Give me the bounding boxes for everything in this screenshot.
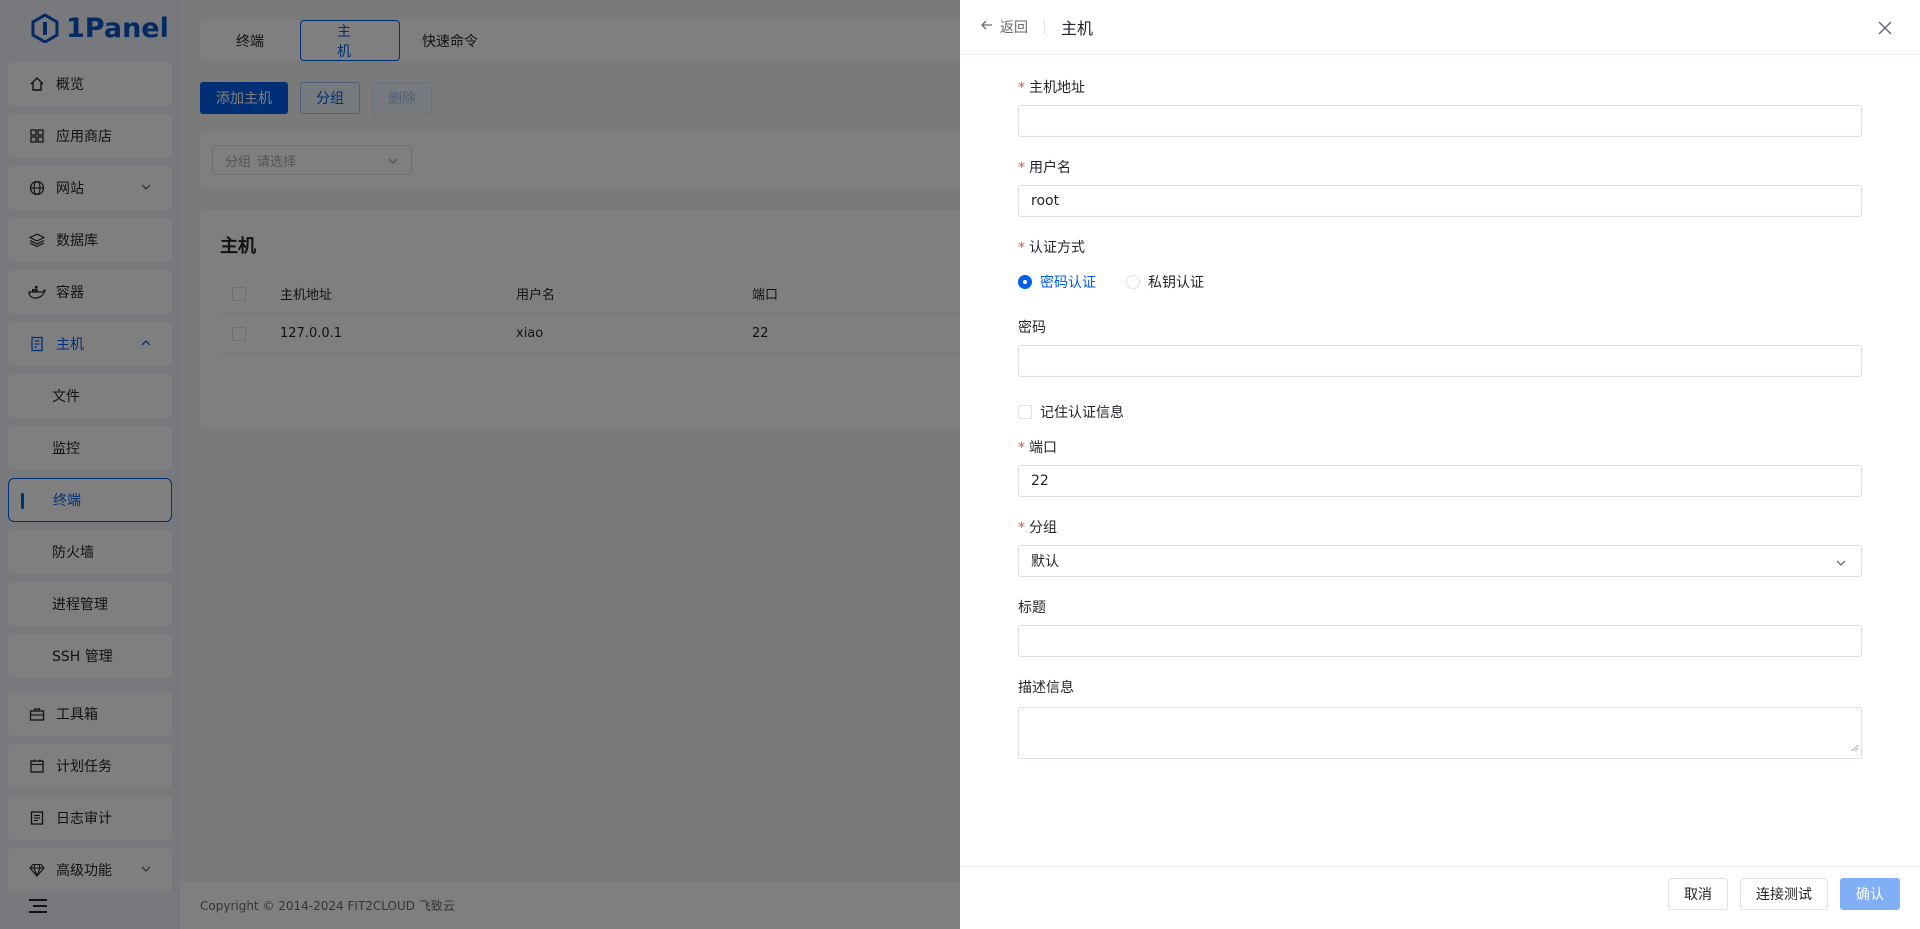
group-select-value: 默认 bbox=[1031, 554, 1059, 570]
remember-auth-checkbox[interactable]: 记住认证信息 bbox=[1018, 402, 1124, 422]
port-label: * 端口 bbox=[1018, 440, 1057, 456]
username-input[interactable]: root bbox=[1018, 185, 1862, 217]
auth-password-radio[interactable]: 密码认证 bbox=[1018, 272, 1096, 292]
drawer-title: 主机 bbox=[1061, 19, 1094, 38]
back-button[interactable]: 返回 bbox=[980, 17, 1028, 37]
title-label: 标题 bbox=[1018, 600, 1046, 616]
group-select[interactable]: 默认 bbox=[1018, 545, 1862, 577]
host-address-input[interactable] bbox=[1018, 105, 1862, 137]
description-textarea[interactable] bbox=[1018, 707, 1862, 759]
checkbox-box bbox=[1018, 405, 1032, 419]
group-label: * 分组 bbox=[1018, 520, 1057, 536]
chevron-down-icon bbox=[1835, 557, 1847, 573]
confirm-button[interactable]: 确认 bbox=[1840, 878, 1900, 910]
radio-dot bbox=[1126, 275, 1140, 289]
description-label: 描述信息 bbox=[1018, 680, 1074, 696]
connection-test-button[interactable]: 连接测试 bbox=[1740, 878, 1828, 910]
close-icon[interactable] bbox=[1876, 19, 1894, 37]
host-address-label: * 主机地址 bbox=[1018, 80, 1085, 96]
auth-method-radio-group: 密码认证 私钥认证 bbox=[1018, 272, 1204, 292]
drawer-footer: 取消 连接测试 确认 bbox=[960, 866, 1920, 929]
username-label: * 用户名 bbox=[1018, 160, 1071, 176]
arrow-left-icon bbox=[980, 18, 994, 36]
header-divider bbox=[1044, 20, 1045, 34]
cancel-button[interactable]: 取消 bbox=[1668, 878, 1728, 910]
resize-handle-icon[interactable] bbox=[1851, 740, 1859, 756]
port-input[interactable]: 22 bbox=[1018, 465, 1862, 497]
checkbox-label: 记住认证信息 bbox=[1040, 405, 1124, 421]
auth-key-radio[interactable]: 私钥认证 bbox=[1126, 272, 1204, 292]
radio-label: 私钥认证 bbox=[1148, 275, 1204, 291]
password-label: 密码 bbox=[1018, 320, 1046, 336]
auth-method-label: * 认证方式 bbox=[1018, 240, 1085, 256]
password-input[interactable] bbox=[1018, 345, 1862, 377]
radio-dot bbox=[1018, 275, 1032, 289]
drawer-header: 返回 主机 bbox=[960, 0, 1920, 55]
title-input[interactable] bbox=[1018, 625, 1862, 657]
radio-label: 密码认证 bbox=[1040, 275, 1096, 291]
host-drawer: 返回 主机 * 主机地址 * 用户名 root * 认证方式 密码认证 私钥认证 密码… bbox=[960, 0, 1920, 929]
back-label: 返回 bbox=[1000, 20, 1028, 36]
